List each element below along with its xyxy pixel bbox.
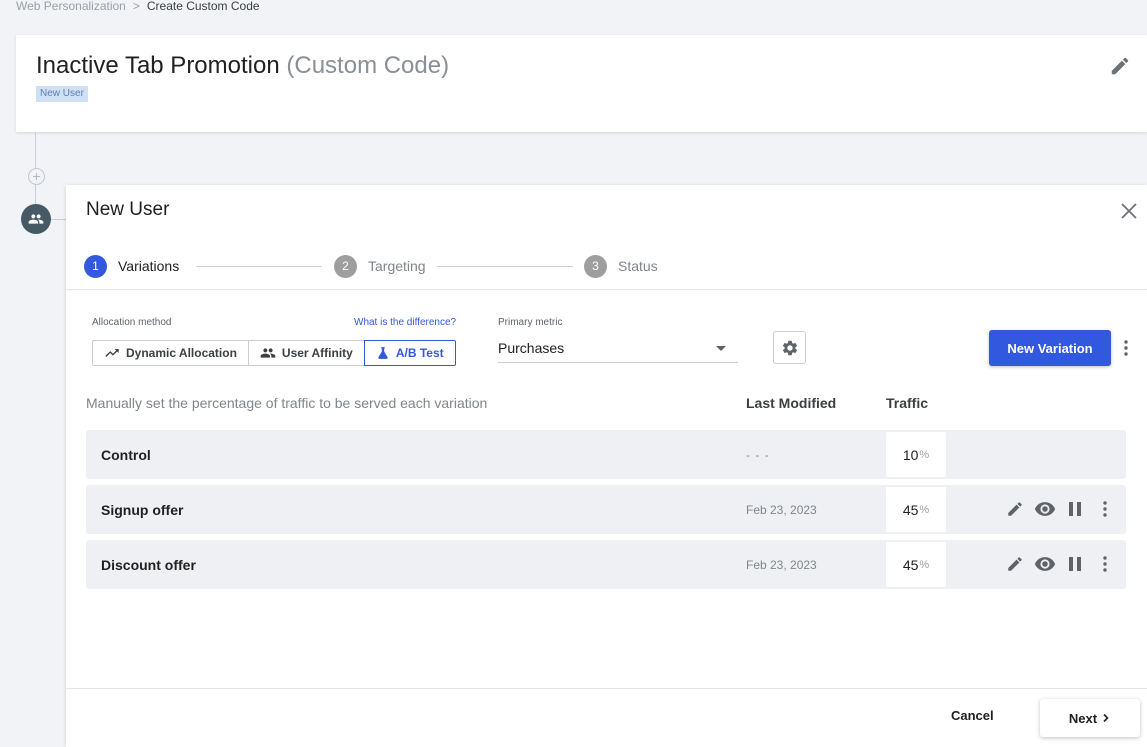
pause-icon[interactable] [1063, 552, 1087, 576]
variation-row-discount-offer[interactable]: Discount offer Feb 23, 2023 45 % [86, 540, 1126, 589]
allocation-method-label: Allocation method [92, 317, 172, 328]
dynamic-allocation-button[interactable]: Dynamic Allocation [92, 340, 249, 366]
next-label: Next [1068, 710, 1098, 726]
breadcrumb: Web Personalization > Create Custom Code [16, 0, 260, 15]
user-affinity-button[interactable]: User Affinity [247, 340, 365, 366]
step-2-number[interactable]: 2 [334, 255, 357, 278]
new-variation-button[interactable]: New Variation [989, 330, 1111, 366]
flask-icon [378, 347, 388, 359]
primary-metric-value: Purchases [498, 340, 565, 356]
percent-sign: % [919, 503, 930, 516]
breadcrumb-separator: > [132, 0, 140, 13]
close-icon[interactable] [1119, 201, 1139, 221]
ab-test-label: A/B Test [395, 346, 444, 360]
variation-last-modified: Feb 23, 2023 [746, 558, 817, 572]
campaign-subtype: (Custom Code) [286, 52, 450, 79]
primary-metric-select[interactable]: Purchases [498, 337, 738, 363]
timeline-connector-lower [35, 186, 36, 204]
dynamic-allocation-label: Dynamic Allocation [126, 346, 237, 360]
variation-name: Control [101, 447, 151, 463]
traffic-input[interactable]: 10 % [886, 432, 946, 477]
row-more-options-icon[interactable] [1093, 552, 1117, 576]
panel-divider [66, 289, 1147, 290]
traffic-value: 10 [902, 446, 919, 463]
step-1-number[interactable]: 1 [84, 255, 107, 278]
campaign-title: Inactive Tab Promotion (Custom Code) [36, 52, 449, 80]
panel-footer: Cancel Next [66, 688, 1147, 747]
step-status-label[interactable]: Status [618, 258, 658, 274]
cancel-button[interactable]: Cancel [951, 708, 994, 723]
traffic-value: 45 [902, 556, 919, 573]
traffic-description: Manually set the percentage of traffic t… [86, 395, 488, 411]
gear-icon [782, 340, 797, 355]
pause-icon[interactable] [1063, 497, 1087, 521]
step-3-number[interactable]: 3 [584, 255, 607, 278]
add-segment-icon[interactable]: + [28, 168, 45, 185]
stepper: 1 Variations 2 Targeting 3 Status [84, 255, 684, 279]
percent-sign: % [919, 448, 930, 461]
row-more-options-icon[interactable] [1093, 497, 1117, 521]
more-options-icon[interactable] [1117, 335, 1135, 361]
ab-test-button[interactable]: A/B Test [363, 340, 456, 366]
traffic-input[interactable]: 45 % [886, 487, 946, 532]
dropdown-caret-icon [716, 346, 726, 351]
percent-sign: % [919, 558, 930, 571]
edit-variation-icon[interactable] [1003, 497, 1027, 521]
difference-help-link[interactable]: What is the difference? [354, 317, 456, 328]
step-variations-label[interactable]: Variations [118, 258, 179, 274]
last-modified-header: Last Modified [746, 395, 837, 411]
edit-variation-icon[interactable] [1003, 552, 1027, 576]
variation-row-signup-offer[interactable]: Signup offer Feb 23, 2023 45 % [86, 485, 1126, 534]
breadcrumb-current: Create Custom Code [146, 0, 260, 13]
settings-button[interactable] [773, 331, 806, 364]
primary-metric-label: Primary metric [498, 317, 563, 328]
node-connector [51, 219, 66, 220]
trending-up-icon [105, 349, 119, 357]
segment-panel: New User 1 Variations 2 Targeting 3 Stat… [66, 185, 1147, 747]
traffic-header: Traffic [886, 395, 929, 411]
panel-title: New User [86, 199, 170, 220]
campaign-header-card: Inactive Tab Promotion (Custom Code) New… [16, 35, 1147, 132]
next-button[interactable]: Next [1040, 699, 1140, 737]
step-targeting-label[interactable]: Targeting [368, 258, 426, 274]
variation-row-control[interactable]: Control - - - 10 % [86, 430, 1126, 479]
step-divider [196, 266, 322, 267]
chevron-right-icon [1103, 713, 1109, 723]
campaign-name: Inactive Tab Promotion [36, 52, 280, 79]
allocation-method-group: Dynamic Allocation User Affinity A/B Tes… [92, 340, 456, 366]
user-affinity-label: User Affinity [281, 346, 353, 360]
preview-eye-icon[interactable] [1033, 497, 1057, 521]
variation-last-modified: Feb 23, 2023 [746, 503, 817, 517]
variation-last-modified: - - - [746, 448, 770, 462]
traffic-input[interactable]: 45 % [886, 542, 946, 587]
breadcrumb-web-personalization[interactable]: Web Personalization [16, 0, 126, 13]
variation-name: Signup offer [101, 502, 184, 518]
variation-name: Discount offer [101, 557, 196, 573]
audience-node-icon[interactable] [21, 204, 51, 234]
preview-eye-icon[interactable] [1033, 552, 1057, 576]
segment-tag: New User [36, 86, 88, 102]
users-icon [260, 348, 276, 358]
step-divider [437, 266, 573, 267]
edit-campaign-icon[interactable] [1109, 55, 1131, 77]
traffic-value: 45 [902, 501, 919, 518]
